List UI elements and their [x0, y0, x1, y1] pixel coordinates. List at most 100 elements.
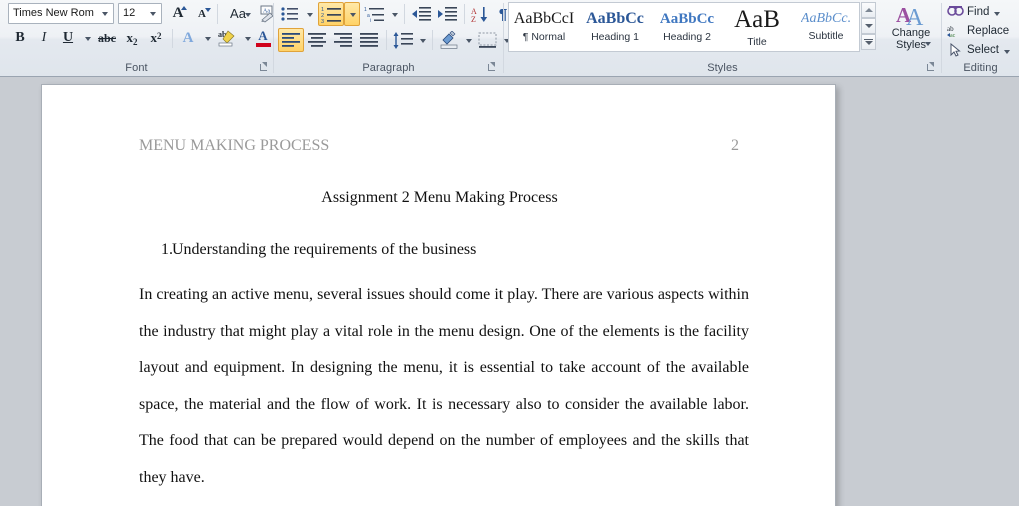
- styles-dialog-launcher[interactable]: [925, 61, 937, 73]
- align-right-button[interactable]: [330, 28, 356, 52]
- grow-font-button[interactable]: A: [166, 3, 190, 24]
- select-cursor-icon: [950, 42, 961, 57]
- caret-down-icon: [205, 8, 211, 12]
- svg-text:i: i: [370, 18, 371, 23]
- text-effects-dropdown[interactable]: [200, 27, 214, 49]
- style-name: Title: [747, 35, 767, 48]
- styles-gallery[interactable]: AaBbCcI ¶ Normal AaBbCс Heading 1 AaBbCc…: [508, 2, 860, 52]
- chevron-down-icon: [85, 37, 91, 41]
- underline-button[interactable]: U: [56, 27, 80, 49]
- font-color-swatch: [255, 43, 271, 47]
- font-dialog-launcher[interactable]: [258, 61, 270, 73]
- bullets-button[interactable]: [278, 3, 302, 25]
- change-styles-label-1: Change: [891, 27, 931, 39]
- font-color-button[interactable]: A: [252, 27, 274, 49]
- align-left-button[interactable]: [278, 28, 304, 52]
- chevron-down-icon: [925, 42, 931, 46]
- font-size-combo[interactable]: 12: [118, 3, 162, 24]
- borders-button[interactable]: [476, 28, 500, 52]
- shading-dropdown[interactable]: [462, 28, 475, 52]
- separator: [217, 4, 218, 24]
- style-item-normal[interactable]: AaBbCcI ¶ Normal: [509, 3, 579, 51]
- chevron-down-icon: [392, 13, 398, 17]
- highlight-icon: ab: [218, 30, 235, 47]
- align-center-button[interactable]: [304, 28, 330, 52]
- chevron-down-icon: [307, 13, 313, 17]
- ribbon-group-styles: AaBbCcI ¶ Normal AaBbCс Heading 1 AaBbCc…: [504, 0, 941, 76]
- multilevel-list-dropdown[interactable]: [388, 3, 401, 25]
- replace-button[interactable]: ab ac Replace: [947, 21, 1009, 40]
- scroll-down-icon: [864, 24, 873, 28]
- highlight-button[interactable]: ab: [214, 27, 240, 49]
- text-effects-label: A: [182, 29, 194, 46]
- styles-more-button[interactable]: [861, 34, 876, 50]
- change-case-button[interactable]: Aa: [221, 3, 255, 24]
- shrink-font-button[interactable]: A: [190, 3, 214, 24]
- svg-text:A: A: [906, 5, 924, 27]
- replace-icon: ab ac: [947, 25, 956, 38]
- sort-button[interactable]: A Z: [468, 3, 492, 25]
- chevron-down-icon: [102, 12, 108, 16]
- multilevel-list-button[interactable]: 1 a i: [362, 3, 388, 25]
- separator: [386, 30, 387, 50]
- document-header: MENU MAKING PROCESS 2: [139, 137, 739, 155]
- style-name: Heading 1: [591, 31, 639, 43]
- ribbon-group-font: Times New Rom 12 A A Aa Aa B I U abc x 2…: [0, 0, 284, 76]
- change-styles-button[interactable]: A A Change Styles: [882, 2, 940, 52]
- styles-scroll-down-button[interactable]: [861, 18, 876, 34]
- strikethrough-label: abc: [98, 30, 116, 45]
- bold-button[interactable]: B: [8, 27, 32, 49]
- justify-button[interactable]: [356, 28, 382, 52]
- caret-up-icon: [181, 6, 187, 10]
- style-preview: AaBbCc: [659, 11, 715, 27]
- chevron-down-icon: [994, 11, 1001, 16]
- style-item-title[interactable]: AaB Title: [723, 3, 791, 51]
- document-page[interactable]: MENU MAKING PROCESS 2 Assignment 2 Menu …: [41, 84, 836, 506]
- font-name-value: Times New Rom: [13, 7, 94, 19]
- style-item-subtitle[interactable]: AaBbCc. Subtitle: [791, 3, 861, 51]
- style-item-heading-1[interactable]: AaBbCс Heading 1: [579, 3, 651, 51]
- numbering-button[interactable]: 1 2 3: [318, 2, 344, 26]
- subscript-button[interactable]: x2: [120, 27, 144, 49]
- style-name: Heading 2: [663, 30, 711, 43]
- ribbon: Times New Rom 12 A A Aa Aa B I U abc x 2…: [0, 0, 1019, 77]
- font-name-combo[interactable]: Times New Rom: [8, 3, 114, 24]
- document-canvas[interactable]: MENU MAKING PROCESS 2 Assignment 2 Menu …: [0, 77, 1019, 506]
- group-label-font: Font: [125, 62, 148, 74]
- scroll-up-icon: [864, 8, 873, 12]
- separator: [172, 29, 173, 48]
- numbering-dropdown[interactable]: [344, 2, 360, 26]
- text-effects-button[interactable]: A: [176, 27, 200, 49]
- italic-button[interactable]: I: [32, 27, 56, 49]
- shading-button[interactable]: [436, 28, 462, 52]
- more-styles-bar: [864, 38, 873, 40]
- change-styles-icon: A A: [896, 3, 924, 27]
- find-button[interactable]: Find: [947, 2, 1001, 21]
- line-spacing-dropdown[interactable]: [416, 28, 429, 52]
- line-spacing-button[interactable]: [390, 28, 416, 52]
- list-item: 1. Understanding the requirements of the…: [139, 241, 759, 259]
- bullets-dropdown[interactable]: [302, 3, 316, 25]
- increase-indent-button[interactable]: [434, 3, 460, 25]
- bold-label: B: [15, 30, 25, 45]
- multilevel-list-icon: 1 a i: [364, 7, 384, 23]
- style-preview: AaBbCc.: [800, 12, 852, 26]
- svg-text:3: 3: [321, 19, 324, 23]
- select-button[interactable]: Select: [947, 40, 1010, 59]
- decrease-indent-button[interactable]: [408, 3, 434, 25]
- find-label: Find: [967, 5, 990, 18]
- strikethrough-button[interactable]: abc: [94, 27, 120, 49]
- separator: [464, 4, 465, 24]
- styles-scroll-up-button[interactable]: [861, 2, 876, 18]
- style-preview: AaB: [734, 6, 780, 32]
- align-right-icon: [334, 33, 352, 47]
- change-styles-label-2: Styles: [896, 39, 926, 51]
- style-item-heading-2[interactable]: AaBbCc Heading 2: [651, 3, 723, 51]
- justify-icon: [360, 33, 378, 47]
- underline-dropdown[interactable]: [80, 27, 94, 49]
- document-title: Assignment 2 Menu Making Process: [321, 189, 558, 206]
- superscript-button[interactable]: x2: [144, 27, 168, 49]
- change-case-label: Aa: [230, 6, 246, 21]
- superscript-sup: 2: [157, 31, 162, 41]
- paragraph-dialog-launcher[interactable]: [486, 61, 498, 73]
